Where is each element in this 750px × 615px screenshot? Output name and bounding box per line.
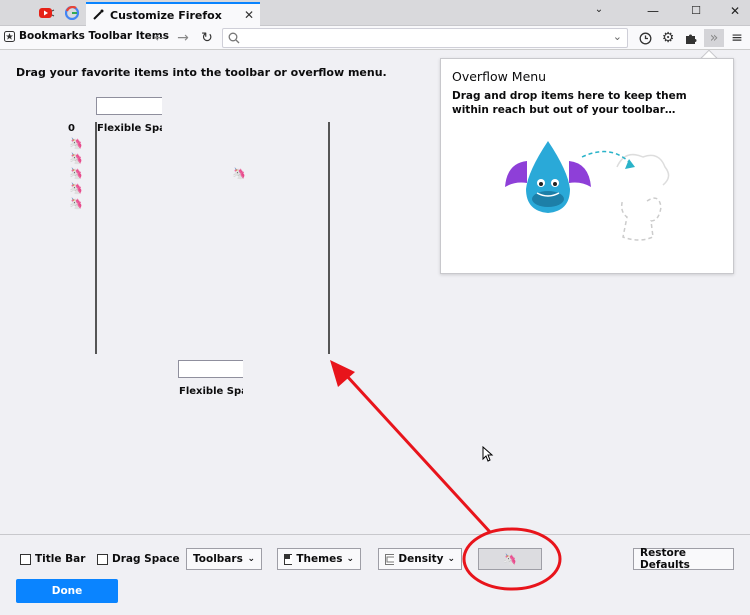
restore-defaults-button[interactable]: Restore Defaults xyxy=(633,547,734,571)
window-close-icon[interactable]: ✕ xyxy=(725,4,745,18)
maximize-icon[interactable]: ☐ xyxy=(686,4,706,17)
url-dropdown-icon[interactable]: ⌄ xyxy=(613,30,622,43)
tab-title: Customize Firefox xyxy=(110,8,222,22)
chevron-down-icon: ⌄ xyxy=(447,554,455,564)
customize-footer: Title Bar Drag Space Toolbars ⌄ Themes ⌄… xyxy=(0,534,750,615)
bookmarks-toolbar-items[interactable]: Bookmarks Toolbar Items xyxy=(4,30,169,42)
unicorn-icon[interactable]: 🦄 xyxy=(69,168,83,179)
extensions-puzzle-icon[interactable] xyxy=(682,29,700,47)
drag-space-label: Drag Space xyxy=(112,553,180,565)
overflow-chevron-icon[interactable]: » xyxy=(704,29,724,47)
history-clock-icon[interactable] xyxy=(636,29,654,47)
pinned-tab-google[interactable] xyxy=(61,3,83,23)
overflow-title: Overflow Menu xyxy=(452,69,547,84)
forward-arrow-icon[interactable]: → xyxy=(174,29,192,47)
title-bar-checkbox[interactable]: Title Bar xyxy=(20,553,85,565)
bookmarks-label: Bookmarks Toolbar Items xyxy=(19,30,169,42)
palette-divider-right xyxy=(328,122,330,354)
tab-customize[interactable]: Customize Firefox ✕ xyxy=(86,2,260,26)
brush-icon xyxy=(93,9,104,20)
unicorn-icon[interactable]: 🦄 xyxy=(69,153,83,164)
toolbars-button[interactable]: Toolbars ⌄ xyxy=(186,548,262,570)
customize-area: Drag your favorite items into the toolba… xyxy=(0,49,750,534)
overflow-description: Drag and drop items here to keep them wi… xyxy=(452,90,687,116)
unicorn-icon: 🦄 xyxy=(503,552,517,566)
restore-defaults-label: Restore Defaults xyxy=(640,547,690,571)
reload-icon[interactable]: ↻ xyxy=(198,29,216,47)
nav-bar: Bookmarks Toolbar Items ← → ↻ ⌄ ⚙ » ≡ xyxy=(0,26,750,50)
dragon-illustration-icon xyxy=(505,141,670,241)
title-bar-label: Title Bar xyxy=(35,553,86,565)
url-bar[interactable]: ⌄ xyxy=(222,28,628,48)
unicorn-icon[interactable]: 🦄 xyxy=(69,198,83,209)
counter-text: 0 xyxy=(68,123,75,134)
done-button[interactable]: Done xyxy=(16,579,118,603)
google-icon xyxy=(65,6,79,20)
unicorn-icon[interactable]: 🦄 xyxy=(232,168,246,179)
close-tab-icon[interactable]: ✕ xyxy=(244,8,254,22)
minimize-icon[interactable]: — xyxy=(643,4,663,18)
themes-label: Themes xyxy=(296,553,343,565)
extension-unicorn-button[interactable]: 🦄 xyxy=(478,548,542,570)
chevron-down-icon: ⌄ xyxy=(346,554,354,564)
hamburger-menu-icon[interactable]: ≡ xyxy=(728,29,746,47)
search-icon xyxy=(228,32,240,44)
palette-divider-left xyxy=(95,122,97,354)
unicorn-icon[interactable]: 🦄 xyxy=(69,183,83,194)
toolbars-label: Toolbars xyxy=(193,553,243,565)
flexible-space-label-bottom: Flexible Space xyxy=(179,386,243,397)
tab-strip: Customize Firefox ✕ ⌄ — ☐ ✕ xyxy=(0,0,750,26)
gear-icon[interactable]: ⚙ xyxy=(659,29,677,47)
back-arrow-icon[interactable]: ← xyxy=(151,29,169,47)
flexible-space-label-top: Flexible Space xyxy=(97,123,162,134)
drag-space-checkbox-box[interactable] xyxy=(97,553,108,565)
density-icon xyxy=(385,553,395,565)
unicorn-icon[interactable]: 🦄 xyxy=(69,138,83,149)
pinned-tab-youtube[interactable] xyxy=(36,3,58,23)
chevron-down-icon[interactable]: ⌄ xyxy=(589,4,609,15)
theme-icon xyxy=(284,553,293,565)
bookmark-star-icon xyxy=(4,30,15,42)
themes-button[interactable]: Themes ⌄ xyxy=(277,548,361,570)
drag-space-checkbox[interactable]: Drag Space xyxy=(97,553,180,565)
instructions-text: Drag your favorite items into the toolba… xyxy=(16,66,387,79)
density-label: Density xyxy=(398,553,444,565)
youtube-icon xyxy=(39,8,55,18)
flexible-space-box-top[interactable] xyxy=(96,97,162,115)
title-bar-checkbox-box[interactable] xyxy=(20,553,31,565)
chevron-down-icon: ⌄ xyxy=(247,554,255,564)
flexible-space-box-bottom[interactable] xyxy=(178,360,243,378)
mouse-cursor-icon xyxy=(482,446,494,462)
overflow-menu-panel[interactable]: Overflow Menu Drag and drop items here t… xyxy=(440,58,734,274)
density-button[interactable]: Density ⌄ xyxy=(378,548,462,570)
